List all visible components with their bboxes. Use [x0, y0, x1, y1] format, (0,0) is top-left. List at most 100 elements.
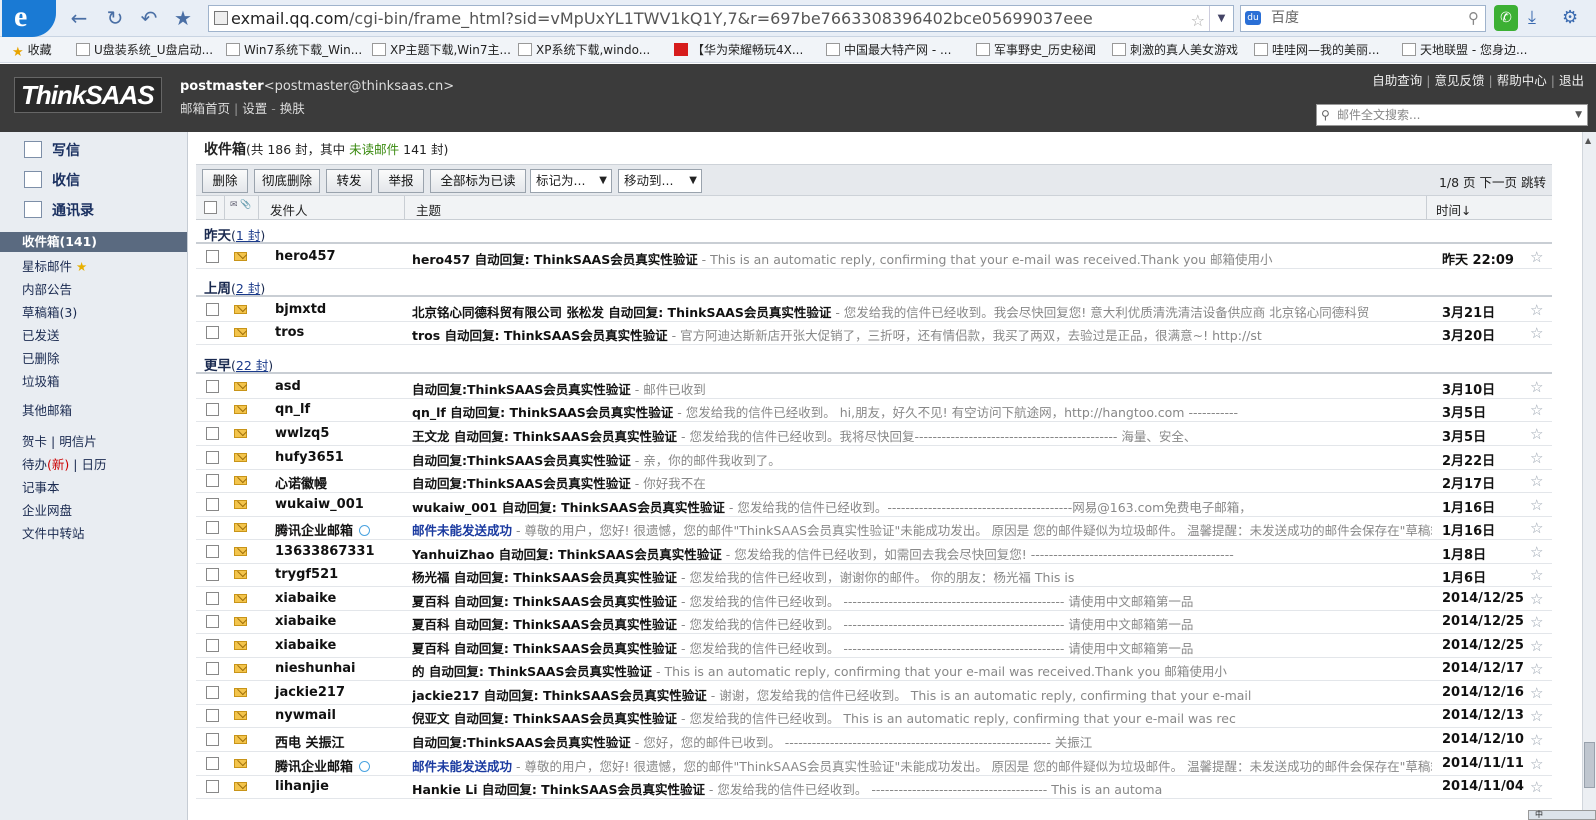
- pagination[interactable]: 1/8 页 下一页 跳转: [1439, 172, 1546, 191]
- row-checkbox[interactable]: [206, 250, 219, 263]
- file-transfer-link[interactable]: 文件中转站: [22, 523, 85, 542]
- calendar-link[interactable]: 日历: [81, 457, 106, 472]
- folder-announcements[interactable]: 内部公告: [22, 279, 72, 298]
- bookmark-item[interactable]: 中国最大特产网 - ...: [826, 41, 951, 58]
- help-link[interactable]: 帮助中心: [1497, 73, 1547, 88]
- folder-drafts[interactable]: 草稿箱(3): [22, 302, 77, 321]
- email-row[interactable]: qn_lf qn_lf 自动回复: ThinkSAAS会员真实性验证 - 您发给我…: [196, 398, 1552, 422]
- scroll-up-icon[interactable]: ▲: [1585, 136, 1591, 145]
- row-checkbox[interactable]: [206, 709, 219, 722]
- star-toggle-icon[interactable]: ☆: [1530, 449, 1543, 467]
- star-toggle-icon[interactable]: ☆: [1530, 519, 1543, 537]
- ie-logo-icon[interactable]: [2, 0, 56, 37]
- star-toggle-icon[interactable]: ☆: [1530, 684, 1543, 702]
- bookmark-item[interactable]: 天地联盟 - 您身边...: [1402, 41, 1527, 58]
- email-subject[interactable]: 杨光福 自动回复: ThinkSAAS会员真实性验证 - 您发给我的信件已经收到…: [412, 567, 1432, 586]
- email-row[interactable]: wwlzq5 王文龙 自动回复: ThinkSAAS会员真实性验证 - 您发给我的…: [196, 422, 1552, 446]
- star-toggle-icon[interactable]: ☆: [1530, 778, 1543, 796]
- email-subject[interactable]: 北京铭心同德科贸有限公司 张松发 自动回复: ThinkSAAS会员真实性验证 …: [412, 302, 1432, 321]
- email-subject[interactable]: 邮件未能发送成功 - 尊敬的用户，您好! 很遗憾，您的邮件"ThinkSAAS会…: [412, 520, 1432, 539]
- row-checkbox[interactable]: [206, 427, 219, 440]
- email-row[interactable]: nywmail 倪亚文 自动回复: ThinkSAAS会员真实性验证 - 您发给我…: [196, 704, 1552, 728]
- group-count-link[interactable]: 22 封: [236, 358, 268, 373]
- chevron-down-icon[interactable]: ▼: [1575, 105, 1582, 125]
- bookmark-item[interactable]: 刺激的真人美女游戏: [1112, 41, 1238, 58]
- email-subject[interactable]: 自动回复:ThinkSAAS会员真实性验证 - 亲，你的邮件我收到了。: [412, 450, 1432, 469]
- email-row[interactable]: xiabaike 夏百科 自动回复: ThinkSAAS会员真实性验证 - 您发给…: [196, 587, 1552, 611]
- email-row[interactable]: hero457 hero457 自动回复: ThinkSAAS会员真实性验证 - …: [196, 245, 1552, 269]
- email-subject[interactable]: 倪亚文 自动回复: ThinkSAAS会员真实性验证 - 您发给我的信件已经收到…: [412, 708, 1432, 727]
- email-row[interactable]: lihanjie Hankie Li 自动回复: ThinkSAAS会员真实性验证…: [196, 775, 1552, 799]
- forward-button[interactable]: 转发: [326, 169, 372, 193]
- email-subject[interactable]: jackie217 自动回复: ThinkSAAS会员真实性验证 - 谢谢，您发…: [412, 685, 1432, 704]
- star-toggle-icon[interactable]: ☆: [1530, 613, 1543, 631]
- email-row[interactable]: tros tros 自动回复: ThinkSAAS会员真实性验证 - 官方阿迪达斯…: [196, 321, 1552, 345]
- bookmark-item[interactable]: 军事野史_历史秘闻: [976, 41, 1096, 58]
- star-toggle-icon[interactable]: ☆: [1530, 248, 1543, 266]
- postcard-link[interactable]: 明信片: [59, 434, 97, 449]
- email-row[interactable]: trygf521 杨光福 自动回复: ThinkSAAS会员真实性验证 - 您发给…: [196, 563, 1552, 587]
- email-subject[interactable]: 自动回复:ThinkSAAS会员真实性验证 - 邮件已收到: [412, 379, 1432, 398]
- star-toggle-icon[interactable]: ☆: [1530, 425, 1543, 443]
- download-icon[interactable]: ⤓: [1528, 7, 1536, 28]
- contacts-button[interactable]: 通讯录: [24, 200, 94, 220]
- favorites-star-icon[interactable]: ★: [170, 6, 196, 30]
- bookmark-item[interactable]: 哇哇网—我的美丽...: [1254, 41, 1379, 58]
- star-toggle-icon[interactable]: ☆: [1530, 637, 1543, 655]
- star-toggle-icon[interactable]: ☆: [1530, 401, 1543, 419]
- star-toggle-icon[interactable]: ☆: [1530, 301, 1543, 319]
- scroll-thumb[interactable]: [1584, 742, 1595, 788]
- email-row[interactable]: 心诺徽幔 自动回复:ThinkSAAS会员真实性验证 - 你好我不在 2月17日 ☆: [196, 469, 1552, 493]
- star-toggle-icon[interactable]: ☆: [1530, 496, 1543, 514]
- bookmark-item[interactable]: U盘装系统_U盘启动...: [76, 41, 213, 58]
- notepad-link[interactable]: 记事本: [22, 477, 60, 496]
- email-row[interactable]: 腾讯企业邮箱 邮件未能发送成功 - 尊敬的用户，您好! 很遗憾，您的邮件"Thin…: [196, 516, 1552, 540]
- folder-other[interactable]: 其他邮箱: [22, 400, 72, 419]
- email-subject[interactable]: Hankie Li 自动回复: ThinkSAAS会员真实性验证 - 您发给我的…: [412, 779, 1432, 798]
- email-row[interactable]: nieshunhai 的 自动回复: ThinkSAAS会员真实性验证 - Thi…: [196, 657, 1552, 681]
- row-checkbox[interactable]: [206, 521, 219, 534]
- star-toggle-icon[interactable]: ☆: [1530, 660, 1543, 678]
- back-arrow-icon[interactable]: ←: [66, 6, 92, 30]
- bookmark-item[interactable]: 【华为荣耀畅玩4X...: [674, 41, 803, 58]
- email-subject[interactable]: 邮件未能发送成功 - 尊敬的用户，您好! 很遗憾，您的邮件"ThinkSAAS会…: [412, 756, 1432, 775]
- email-subject[interactable]: YanhuiZhao 自动回复: ThinkSAAS会员真实性验证 - 您发给我…: [412, 544, 1432, 563]
- row-checkbox[interactable]: [206, 639, 219, 652]
- email-subject[interactable]: qn_lf 自动回复: ThinkSAAS会员真实性验证 - 您发给我的信件已经…: [412, 402, 1432, 421]
- unread-link[interactable]: 未读邮件: [349, 142, 399, 157]
- email-subject[interactable]: 夏百科 自动回复: ThinkSAAS会员真实性验证 - 您发给我的信件已经收到…: [412, 591, 1432, 610]
- row-checkbox[interactable]: [206, 326, 219, 339]
- star-toggle-icon[interactable]: ☆: [1530, 472, 1543, 490]
- row-checkbox[interactable]: [206, 733, 219, 746]
- email-row[interactable]: 西电 关振江 自动回复:ThinkSAAS会员真实性验证 - 您好，您的邮件已收到…: [196, 728, 1552, 752]
- row-checkbox[interactable]: [206, 498, 219, 511]
- row-checkbox[interactable]: [206, 380, 219, 393]
- row-checkbox[interactable]: [206, 403, 219, 416]
- settings-link[interactable]: 设置: [242, 101, 267, 116]
- bookmark-item[interactable]: XP主题下载,Win7主...: [372, 41, 511, 58]
- column-time[interactable]: 时间↓: [1436, 200, 1471, 219]
- email-subject[interactable]: 王文龙 自动回复: ThinkSAAS会员真实性验证 - 您发给我的信件已经收到…: [412, 426, 1432, 445]
- row-checkbox[interactable]: [206, 474, 219, 487]
- mail-home-link[interactable]: 邮箱首页: [180, 101, 230, 116]
- email-subject[interactable]: wukaiw_001 自动回复: ThinkSAAS会员真实性验证 - 您发给我…: [412, 497, 1432, 516]
- move-to-select[interactable]: 移动到... ▼: [618, 169, 702, 193]
- mark-all-read-button[interactable]: 全部标为已读: [430, 169, 526, 193]
- permanent-delete-button[interactable]: 彻底删除: [254, 169, 320, 193]
- address-dropdown-icon[interactable]: ▼: [1209, 6, 1233, 31]
- email-subject[interactable]: 自动回复:ThinkSAAS会员真实性验证 - 你好我不在: [412, 473, 1432, 492]
- row-checkbox[interactable]: [206, 615, 219, 628]
- delete-button[interactable]: 删除: [202, 169, 248, 193]
- star-toggle-icon[interactable]: ☆: [1530, 566, 1543, 584]
- star-toggle-icon[interactable]: ☆: [1530, 324, 1543, 342]
- folder-inbox[interactable]: 收件箱(141): [0, 232, 187, 252]
- row-checkbox[interactable]: [206, 303, 219, 316]
- email-subject[interactable]: 夏百科 自动回复: ThinkSAAS会员真实性验证 - 您发给我的信件已经收到…: [412, 614, 1432, 633]
- row-checkbox[interactable]: [206, 757, 219, 770]
- address-bar[interactable]: exmail.qq.com/cgi-bin/frame_html?sid=vMp…: [208, 5, 1234, 32]
- column-sender[interactable]: 发件人: [270, 200, 308, 219]
- settings-icon[interactable]: ⚙: [1562, 7, 1578, 28]
- email-row[interactable]: 腾讯企业邮箱 邮件未能发送成功 - 尊敬的用户，您好! 很遗憾，您的邮件"Thin…: [196, 752, 1552, 776]
- skin-link[interactable]: 换肤: [280, 101, 305, 116]
- thinksaas-logo[interactable]: ThinkSAAS: [14, 77, 162, 113]
